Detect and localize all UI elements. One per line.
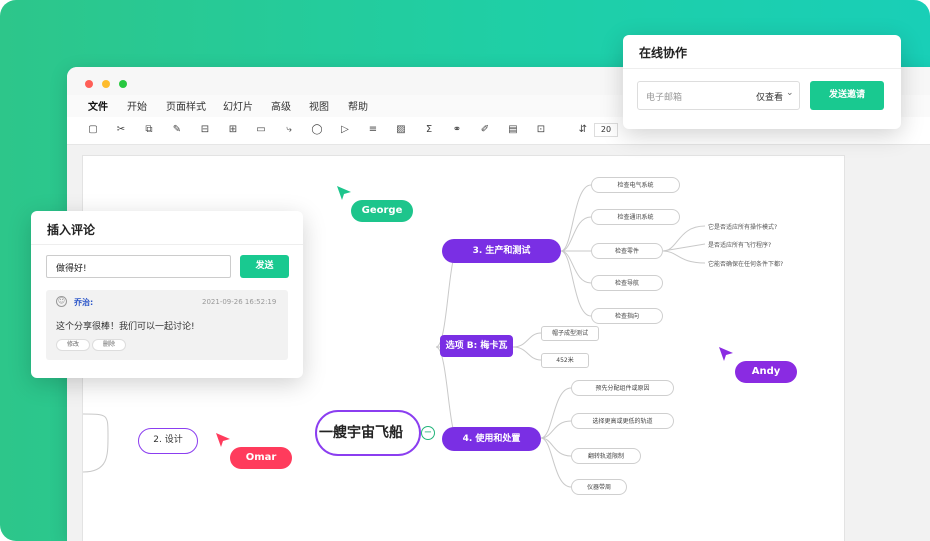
comment-panel: 插入评论 做得好! 发送 ☺ 乔治: 2021-09-26 16:52:19 这… [31, 211, 303, 378]
email-placeholder: 电子邮箱 [646, 93, 683, 103]
rectangle-icon[interactable]: ▭ [254, 123, 268, 137]
minimize-window-dot[interactable] [102, 80, 110, 88]
edit-button[interactable]: 修改 [56, 339, 90, 351]
collab-panel: 在线协作 电子邮箱 仅查看 ⌄ 发送邀请 [623, 35, 901, 129]
menu-start[interactable]: 开始 [127, 98, 147, 113]
comment-input-value: 做得好! [56, 264, 87, 274]
send-comment-button[interactable]: 发送 [240, 255, 289, 278]
maximize-window-dot[interactable] [119, 80, 127, 88]
pen-icon[interactable]: ✐ [478, 123, 492, 137]
leaf-parts[interactable]: 检查零件 [591, 243, 663, 259]
comment-card: ☺ 乔治: 2021-09-26 16:52:19 这个分享很棒！我们可以一起讨… [46, 290, 288, 360]
comment-timestamp: 2021-09-26 16:52:19 [202, 298, 277, 306]
subtopic-icon[interactable]: ⊟ [198, 123, 212, 137]
menu-file[interactable]: 文件 [88, 98, 108, 113]
leaf-electrical[interactable]: 检查电气系统 [591, 177, 680, 193]
format-brush-icon[interactable]: ✎ [170, 123, 184, 137]
link-icon[interactable]: ⚭ [450, 123, 464, 137]
menu-advanced[interactable]: 高级 [271, 98, 291, 113]
cursor-omar-tag: Omar [230, 447, 292, 469]
leaf-orbit-limit[interactable]: 翻转轨道限制 [571, 448, 641, 464]
menu-help[interactable]: 帮助 [348, 98, 368, 113]
leaf-communication[interactable]: 检查通讯系统 [591, 209, 680, 225]
collab-title: 在线协作 [639, 46, 688, 60]
close-window-dot[interactable] [85, 80, 93, 88]
question-modes[interactable]: 它是否适应所有操作模式? [708, 222, 777, 231]
branch-production-testing[interactable]: 3. 生产和测试 [442, 239, 561, 263]
cursor-george-icon [337, 186, 351, 200]
topic-icon[interactable]: ⊞ [226, 123, 240, 137]
leaf-navigation[interactable]: 检查导航 [591, 275, 663, 291]
permission-select[interactable]: 仅查看 [756, 90, 783, 103]
spacing-icon[interactable]: ⇵ [576, 123, 590, 137]
note-icon[interactable]: ▤ [506, 123, 520, 137]
leaf-preallocate[interactable]: 预先分配组件或原因 [571, 380, 674, 396]
divider [623, 68, 901, 69]
email-field[interactable]: 电子邮箱 仅查看 ⌄ [637, 81, 800, 110]
user-icon: ☺ [56, 296, 67, 307]
cursor-andy-tag: Andy [735, 361, 797, 383]
leaf-instrument[interactable]: 仪器带周 [571, 479, 627, 495]
branch-option-b[interactable]: 选项 B: 梅卡瓦 [440, 335, 513, 357]
leaf-hat-test[interactable]: 帽子成型测试 [541, 326, 599, 341]
question-conditions[interactable]: 它能否确保在任何条件下都? [708, 259, 783, 268]
divider [31, 244, 303, 245]
table-icon[interactable]: ⊡ [534, 123, 548, 137]
formula-icon[interactable]: Σ [422, 123, 436, 137]
send-invite-button[interactable]: 发送邀请 [810, 81, 884, 110]
scissors-icon[interactable]: ✂ [114, 123, 128, 137]
menu-view[interactable]: 视图 [309, 98, 329, 113]
cursor-andy-icon [719, 347, 733, 361]
leaf-orbit-select[interactable]: 选择更高或更低的轨道 [571, 413, 674, 429]
comment-text: 这个分享很棒！我们可以一起讨论! [56, 322, 195, 332]
copy-icon[interactable]: ⧉ [142, 123, 156, 137]
chevron-down-icon: ⌄ [786, 88, 794, 98]
cursor-george-tag: George [351, 200, 413, 222]
collapse-toggle[interactable]: − [421, 426, 435, 440]
comment-input[interactable]: 做得好! [46, 255, 231, 278]
clipboard-icon[interactable]: ▢ [86, 123, 100, 137]
relation-icon[interactable]: ⤷ [282, 123, 296, 137]
delete-button[interactable]: 删除 [92, 339, 126, 351]
central-topic[interactable]: 一艘宇宙飞船 [315, 410, 421, 456]
leaf-452m[interactable]: 452米 [541, 353, 589, 368]
menu-slides[interactable]: 幻灯片 [223, 98, 253, 113]
summary-icon[interactable]: ≡ [366, 123, 380, 137]
menu-page-style[interactable]: 页面样式 [166, 98, 206, 113]
comment-author: 乔治: [74, 298, 94, 307]
leaf-pointing[interactable]: 检查指向 [591, 308, 663, 324]
cursor-omar-icon [216, 433, 230, 447]
tag-icon[interactable]: ▷ [338, 123, 352, 137]
zoom-input[interactable]: 20 [594, 123, 618, 137]
branch-use-disposal[interactable]: 4. 使用和处置 [442, 427, 541, 451]
comment-title: 插入评论 [47, 223, 96, 237]
branch-design[interactable]: 2. 设计 [138, 428, 198, 454]
question-procedures[interactable]: 是否适应所有飞行程序? [708, 240, 771, 249]
comment-icon[interactable]: ◯ [310, 123, 324, 137]
image-icon[interactable]: ▨ [394, 123, 408, 137]
